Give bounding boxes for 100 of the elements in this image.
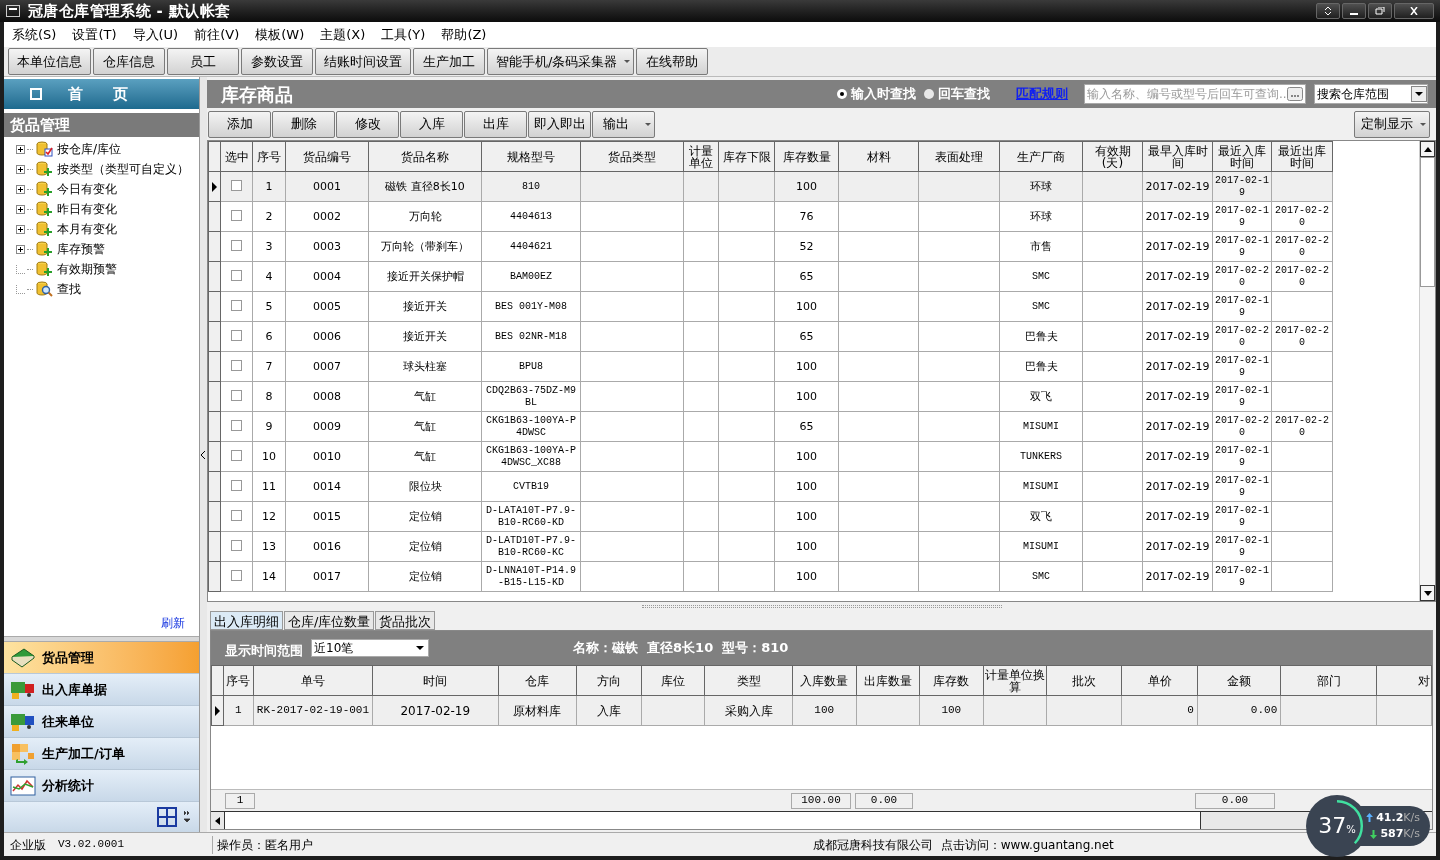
custom-display-button[interactable]: 定制显示 [1354,110,1430,138]
grid-icon[interactable] [157,807,177,827]
column-header[interactable]: 类型 [704,665,793,696]
column-header[interactable]: 最近入库时间 [1212,141,1272,172]
column-header[interactable]: 序号 [223,665,254,696]
toolbar-button[interactable]: 仓库信息 [93,48,165,75]
checkbox[interactable] [231,569,242,581]
column-header[interactable]: 入库数量 [792,665,857,696]
overflow-chevron-icon[interactable] [183,810,191,824]
tree-item[interactable]: 有效期预警 [16,259,199,279]
expand-icon[interactable] [16,164,25,174]
column-header[interactable]: 部门 [1280,665,1377,696]
column-header[interactable]: 库存数量 [774,141,839,172]
range-dropdown[interactable]: 近10笔 [311,639,429,657]
tab[interactable]: 仓库/库位数量 [284,611,375,630]
tree-item[interactable]: 库存预警 [16,239,199,259]
radio-option[interactable]: 回车查找 [924,84,990,104]
checkbox[interactable] [231,329,242,341]
column-header[interactable]: 货品类型 [580,141,684,172]
action-button[interactable]: 入库 [400,110,463,138]
column-header[interactable]: 库存下限 [718,141,775,172]
menu-item[interactable]: 系统(S) [12,24,57,45]
toolbar-button[interactable]: 员工 [167,48,239,75]
column-header[interactable]: 时间 [372,665,498,696]
nav-item[interactable]: 货品管理 [4,642,199,674]
column-header[interactable]: 方向 [576,665,642,696]
column-header[interactable]: 有效期(天) [1082,141,1143,172]
column-header[interactable]: 最早入库时间 [1142,141,1213,172]
column-header[interactable]: 规格型号 [481,141,581,172]
checkbox[interactable] [231,509,242,521]
tree-item[interactable]: 按类型（类型可自定义） [16,159,199,179]
action-button[interactable]: 输出 [592,110,655,138]
tree-item[interactable]: 今日有变化 [16,179,199,199]
checkbox[interactable] [231,539,242,551]
column-header[interactable]: 货品编号 [285,141,369,172]
checkbox[interactable] [231,179,242,191]
column-header[interactable]: 计量单位 [683,141,719,172]
menu-item[interactable]: 前往(V) [194,24,240,45]
column-header[interactable]: 金额 [1197,665,1281,696]
column-header[interactable]: 仓库 [498,665,577,696]
nav-item[interactable]: 分析统计 [4,770,199,802]
toolbar-button[interactable]: 智能手机/条码采集器 [487,48,635,75]
menu-item[interactable]: 帮助(Z) [441,24,487,45]
column-header[interactable]: 单价 [1121,665,1198,696]
checkbox[interactable] [231,419,242,431]
checkbox[interactable] [231,449,242,461]
window-menu-icon[interactable] [6,5,20,17]
menu-item[interactable]: 设置(T) [72,24,117,45]
expand-icon[interactable] [16,184,25,194]
scope-dropdown[interactable]: 搜索仓库范围 [1314,84,1428,104]
checkbox[interactable] [231,479,242,491]
tree-item[interactable]: 昨日有变化 [16,199,199,219]
action-button[interactable]: 添加 [208,110,271,138]
radio[interactable] [837,89,847,99]
action-button[interactable]: 出库 [464,110,527,138]
column-header[interactable]: 单号 [253,665,373,696]
maximize-icon[interactable] [1368,3,1392,19]
nav-item[interactable]: 往来单位 [4,706,199,738]
column-header[interactable]: 库位 [641,665,705,696]
column-header[interactable]: 表面处理 [918,141,1000,172]
tree-item[interactable]: 查找 [16,279,199,299]
column-header[interactable]: 批次 [1046,665,1122,696]
column-header[interactable]: 货品名称 [368,141,482,172]
column-header[interactable]: 库存数 [919,665,984,696]
column-header[interactable]: 序号 [252,141,286,172]
column-header[interactable]: 材料 [838,141,919,172]
expand-icon[interactable] [16,244,25,254]
action-button[interactable]: 修改 [336,110,399,138]
menu-item[interactable]: 导入(U) [132,24,179,45]
refresh-link[interactable]: 刷新 [161,614,185,632]
action-button[interactable]: 删除 [272,110,335,138]
nav-item[interactable]: 生产加工/订单 [4,738,199,770]
radio-option[interactable]: 输入时查找 [837,84,916,104]
toolbar-button[interactable]: 参数设置 [241,48,313,75]
expand-icon[interactable] [16,144,25,154]
toolbar-button[interactable]: 本单位信息 [8,48,91,75]
checkbox[interactable] [231,389,242,401]
checkbox[interactable] [231,269,242,281]
restore-icon[interactable] [1316,3,1340,19]
column-header[interactable]: 选中 [220,141,253,172]
column-header[interactable]: 计量单位换算 [983,665,1047,696]
action-button[interactable]: 即入即出 [528,110,591,138]
more-icon[interactable] [1287,87,1303,101]
expand-icon[interactable] [16,204,25,214]
close-icon[interactable] [1394,3,1434,19]
minimize-icon[interactable] [1342,3,1366,19]
column-header[interactable]: 生产厂商 [999,141,1083,172]
table-row[interactable]: 1 RK-2017-02-19-001 2017-02-19 原材料库 入库 采购入库 100 100 0 0.00 [211,695,1432,726]
menu-item[interactable]: 模板(W) [255,24,305,45]
column-header[interactable]: 出库数量 [856,665,920,696]
home-header[interactable]: 首 页 [4,79,199,109]
tree-item[interactable]: 本月有变化 [16,219,199,239]
tree-item[interactable]: 按仓库/库位 [16,139,199,159]
checkbox[interactable] [231,209,242,221]
toolbar-button[interactable]: 在线帮助 [636,48,709,75]
menu-item[interactable]: 主题(X) [320,24,366,45]
tab[interactable]: 出入库明细 [210,611,283,630]
nav-item[interactable]: 出入库单据 [4,674,199,706]
expand-icon[interactable] [16,224,25,234]
checkbox[interactable] [231,299,242,311]
